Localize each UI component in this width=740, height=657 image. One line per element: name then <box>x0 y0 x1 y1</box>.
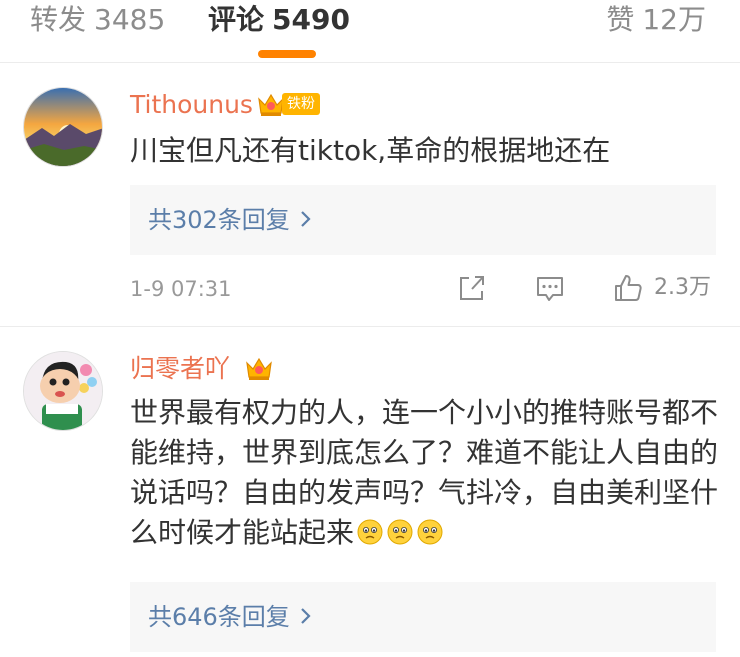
replies-link[interactable]: 共302条回复 <box>130 185 716 255</box>
tab-likes-count: 12万 <box>642 3 706 36</box>
chevron-right-icon <box>300 204 312 236</box>
comment-icon <box>537 277 563 301</box>
sunset-landscape-avatar <box>24 88 102 166</box>
tab-comments-label: 评论 <box>208 3 265 36</box>
tab-repost[interactable]: 转发 3485 <box>30 2 165 38</box>
fan-badge[interactable] <box>244 353 274 383</box>
like-button[interactable]: 2.3万 <box>612 271 722 305</box>
emoji-group <box>354 518 444 546</box>
comment-text: 川宝但凡还有tiktok,革命的根据地还在 <box>130 134 611 167</box>
tab-comments[interactable]: 评论 5490 <box>208 2 350 38</box>
replies-count-label: 共646条回复 <box>148 603 290 631</box>
like-count: 2.3万 <box>654 275 711 300</box>
share-button[interactable] <box>456 271 488 305</box>
sad-face-emoji <box>387 519 413 545</box>
tab-likes[interactable]: 赞 12万 <box>606 2 706 38</box>
active-tab-indicator <box>258 50 316 58</box>
replies-link-text: 共302条回复 <box>148 204 312 236</box>
timestamp: 1-9 07:31 <box>130 277 232 301</box>
sad-face-emoji <box>417 519 443 545</box>
username[interactable]: Tithounus <box>130 89 253 121</box>
tab-comments-count: 5490 <box>272 3 350 36</box>
tab-likes-label: 赞 <box>606 3 635 36</box>
thumbs-up-icon <box>615 275 642 301</box>
avatar[interactable] <box>23 351 103 431</box>
replies-link-text: 共646条回复 <box>148 601 312 633</box>
tab-bar: 转发 3485 评论 5490 赞 12万 <box>0 0 740 62</box>
comment-text: 世界最有权力的人，连一个小小的推特账号都不能维持，世界到底怎么了？难道不能让人自… <box>130 393 720 553</box>
sad-face-emoji <box>357 519 383 545</box>
comment-button[interactable] <box>534 271 566 305</box>
fan-badge[interactable]: 铁粉 <box>256 89 320 119</box>
avatar[interactable] <box>23 87 103 167</box>
replies-link[interactable]: 共646条回复 <box>130 582 716 652</box>
replies-count-label: 共302条回复 <box>148 206 290 234</box>
comment-item: 归零者吖 世界最有权力的人，连一个小小的推特账号都不能维持，世界到底怎么了？难道… <box>0 327 740 657</box>
share-icon <box>460 276 484 300</box>
crown-icon <box>246 357 272 380</box>
tab-repost-count: 3485 <box>94 3 166 36</box>
tab-repost-label: 转发 <box>30 3 87 36</box>
chevron-right-icon <box>300 601 312 633</box>
cartoon-boy-avatar <box>24 352 102 430</box>
badge-label: 铁粉 <box>282 93 320 115</box>
comment-item: Tithounus 铁粉 川宝但凡还有tiktok,革命的根据地还在 共302条… <box>0 63 740 327</box>
username[interactable]: 归零者吖 <box>130 353 230 385</box>
